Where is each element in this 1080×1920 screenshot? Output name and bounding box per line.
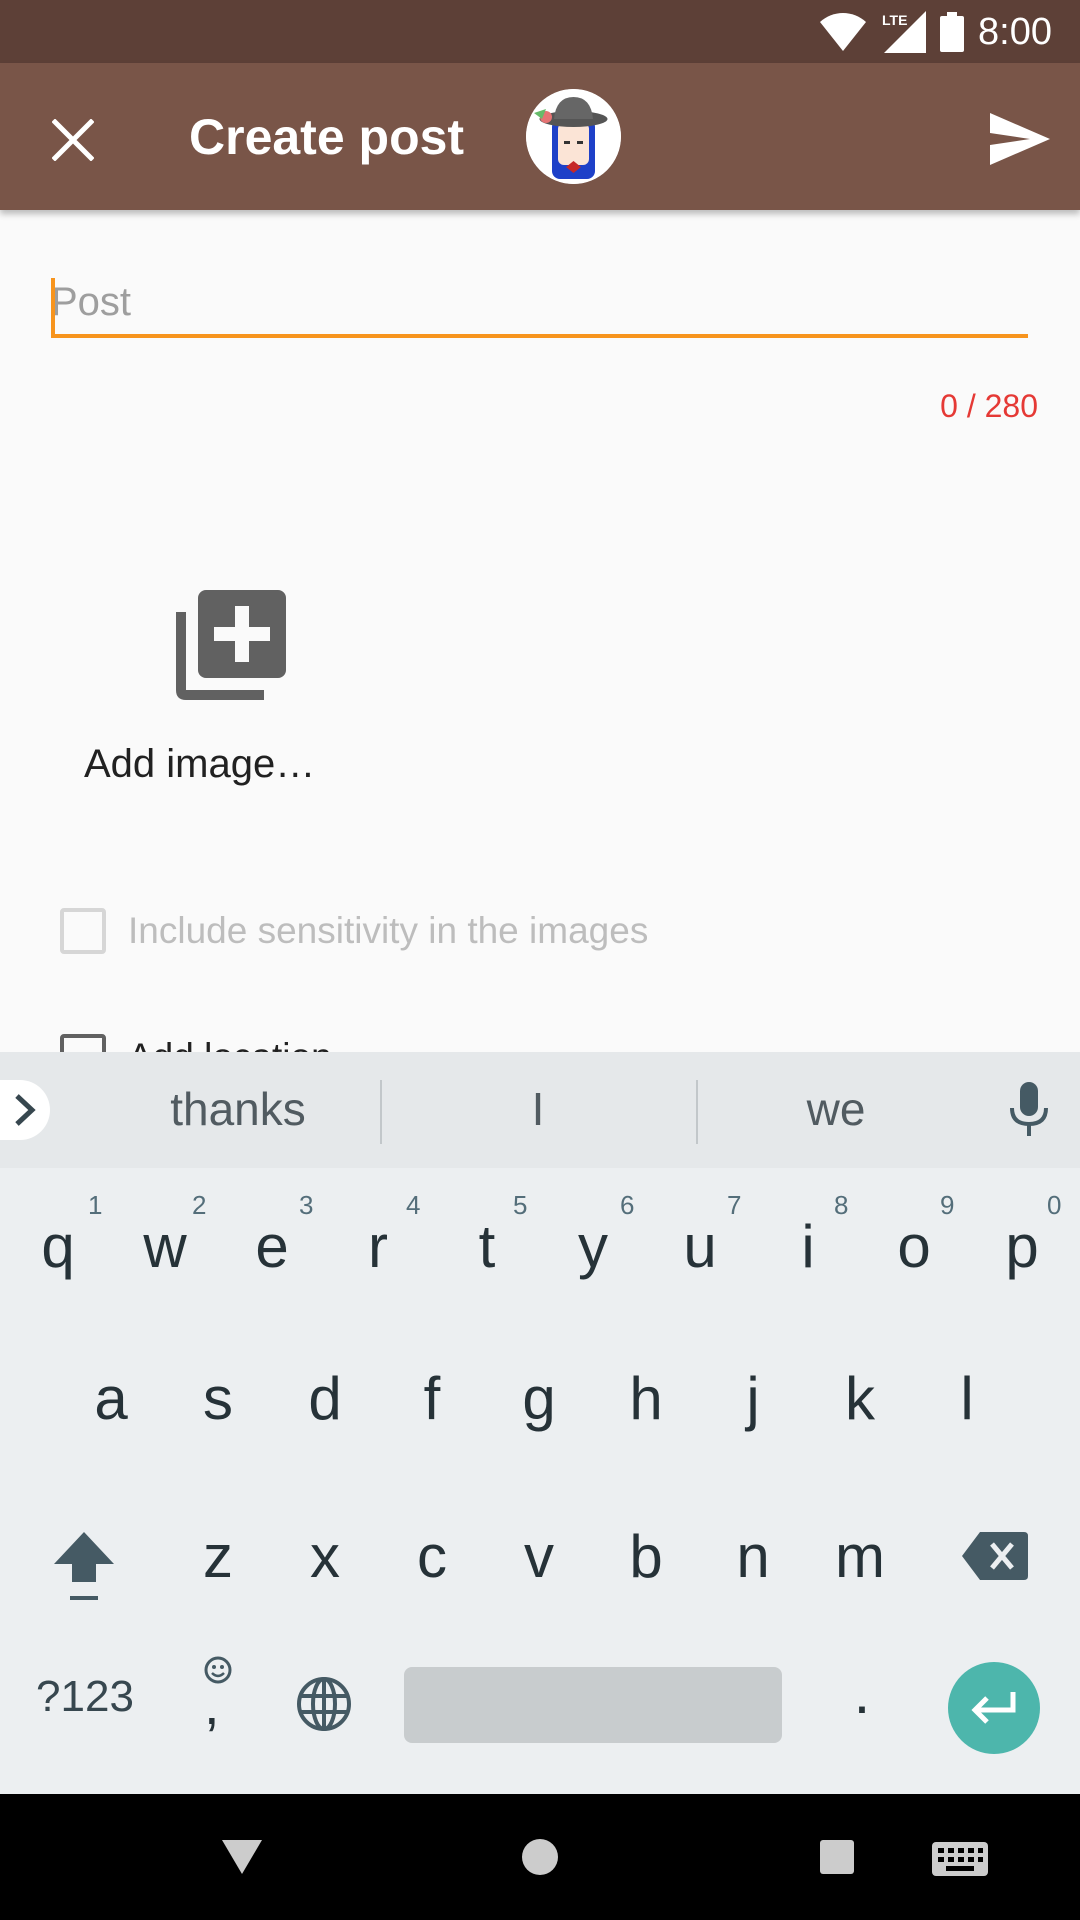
sensitive-checkbox[interactable]	[60, 908, 106, 954]
key-h[interactable]: h	[594, 1364, 698, 1433]
symbols-key[interactable]: ?123	[20, 1672, 150, 1722]
soft-keyboard: thanks I we q w e r t y u i o p 1 2 3 4 …	[0, 1052, 1080, 1794]
key-hint-4: 4	[406, 1190, 421, 1220]
key-hint-8: 8	[834, 1190, 849, 1220]
status-time: 8:00	[978, 10, 1052, 53]
enter-key[interactable]	[948, 1662, 1040, 1754]
comma-label: ,	[204, 1673, 220, 1736]
send-button[interactable]	[980, 99, 1060, 179]
key-r[interactable]: r	[326, 1212, 430, 1281]
sensitive-label: Include sensitivity in the images	[128, 910, 649, 951]
backspace-icon[interactable]	[962, 1532, 1028, 1580]
add-image-label: Add image…	[84, 742, 316, 786]
key-s[interactable]: s	[166, 1364, 270, 1433]
page-title: Create post	[189, 109, 465, 165]
key-w[interactable]: w	[113, 1212, 217, 1281]
key-c[interactable]: c	[380, 1522, 484, 1591]
key-hint-5: 5	[513, 1190, 528, 1220]
period-key[interactable]: .	[810, 1658, 914, 1727]
close-button[interactable]	[34, 101, 112, 179]
key-j[interactable]: j	[701, 1364, 805, 1433]
add-photo-library-icon	[176, 590, 286, 700]
key-hint-6: 6	[620, 1190, 635, 1220]
key-hint-9: 9	[940, 1190, 955, 1220]
microphone-icon[interactable]	[1005, 1082, 1053, 1138]
app-bar: Create post	[0, 63, 1080, 210]
status-bar: LTE 8:00	[0, 0, 1080, 63]
key-y[interactable]: y	[541, 1212, 645, 1281]
key-hint-7: 7	[727, 1190, 742, 1220]
location-option[interactable]: Add location	[60, 1034, 332, 1052]
key-z[interactable]: z	[166, 1522, 270, 1591]
sensitive-option[interactable]: Include sensitivity in the images	[60, 908, 648, 954]
key-n[interactable]: n	[701, 1522, 805, 1591]
key-hint-0: 0	[1047, 1190, 1062, 1220]
navigation-bar	[0, 1794, 1080, 1920]
keyboard-icon[interactable]	[932, 1842, 988, 1876]
suggestion-1[interactable]: thanks	[118, 1082, 358, 1136]
back-icon[interactable]	[222, 1840, 262, 1874]
key-q[interactable]: q	[6, 1212, 110, 1281]
close-icon	[52, 119, 94, 161]
key-f[interactable]: f	[380, 1364, 484, 1433]
lte-signal-icon: LTE	[882, 11, 927, 53]
home-icon[interactable]	[521, 1838, 559, 1876]
avatar-image	[526, 89, 621, 184]
key-u[interactable]: u	[648, 1212, 752, 1281]
suggestion-strip: thanks I we	[0, 1052, 1080, 1168]
recents-icon[interactable]	[820, 1840, 854, 1874]
suggestion-2[interactable]: I	[418, 1082, 658, 1136]
space-key[interactable]	[404, 1667, 782, 1743]
svg-text:LTE: LTE	[882, 12, 907, 28]
status-icons: LTE 8:00	[820, 8, 1052, 56]
shift-icon[interactable]	[52, 1530, 116, 1604]
add-image-button[interactable]: Add image…	[80, 590, 340, 830]
key-k[interactable]: k	[808, 1364, 912, 1433]
key-o[interactable]: o	[862, 1212, 966, 1281]
key-v[interactable]: v	[487, 1522, 591, 1591]
expand-suggestions-button[interactable]	[0, 1080, 50, 1140]
character-counter: 0 / 280	[940, 388, 1038, 424]
text-caret	[51, 278, 55, 334]
key-t[interactable]: t	[435, 1212, 539, 1281]
key-m[interactable]: m	[808, 1522, 912, 1591]
post-input[interactable]	[51, 270, 1028, 338]
chevron-right-icon	[15, 1094, 36, 1126]
key-x[interactable]: x	[273, 1522, 377, 1591]
wifi-icon	[820, 13, 867, 51]
suggestion-divider	[380, 1080, 382, 1144]
suggestion-divider	[696, 1080, 698, 1144]
key-hint-2: 2	[192, 1190, 207, 1220]
compose-content: 0 / 280 Add image… Include sensitivity i…	[0, 210, 1080, 1052]
key-l[interactable]: l	[915, 1364, 1019, 1433]
suggestion-3[interactable]: we	[716, 1082, 956, 1136]
return-icon	[971, 1692, 1016, 1724]
key-i[interactable]: i	[756, 1212, 860, 1281]
globe-icon[interactable]	[296, 1676, 352, 1732]
key-d[interactable]: d	[273, 1364, 377, 1433]
key-e[interactable]: e	[220, 1212, 324, 1281]
key-hint-1: 1	[88, 1190, 103, 1220]
key-p[interactable]: p	[970, 1212, 1074, 1281]
location-label: Add location	[128, 1036, 332, 1052]
key-b[interactable]: b	[594, 1522, 698, 1591]
key-g[interactable]: g	[487, 1364, 591, 1433]
send-icon	[990, 113, 1050, 165]
user-avatar[interactable]	[526, 89, 621, 184]
key-a[interactable]: a	[59, 1364, 163, 1433]
battery-icon	[940, 12, 965, 52]
location-checkbox[interactable]	[60, 1034, 106, 1052]
comma-key[interactable]: ,	[194, 1656, 242, 1746]
key-hint-3: 3	[299, 1190, 314, 1220]
